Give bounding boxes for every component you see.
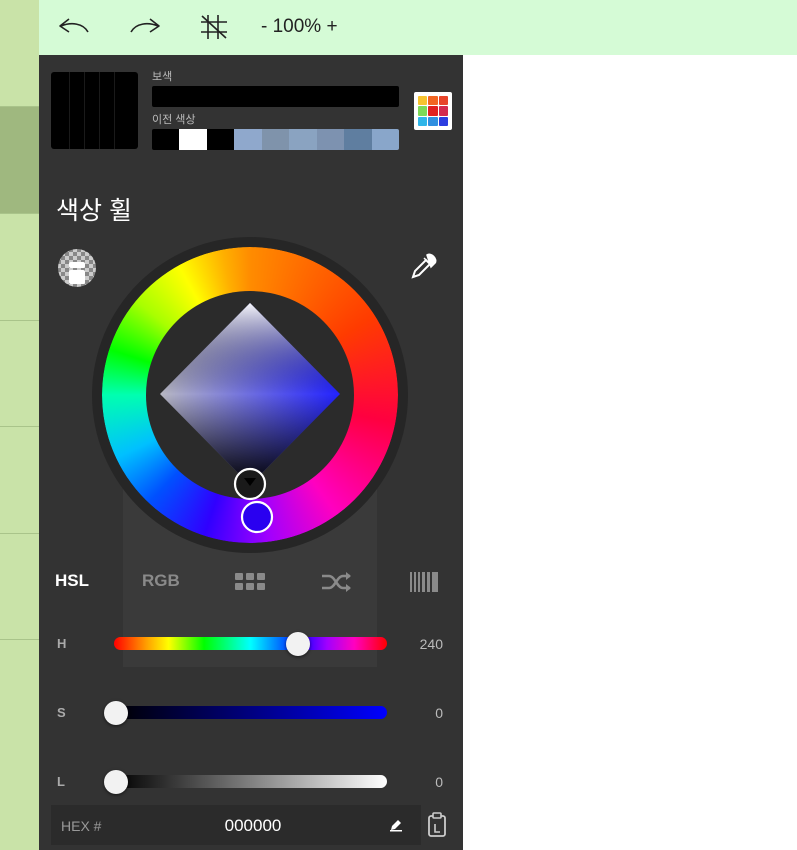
zoom-out-button[interactable]: - xyxy=(261,16,267,37)
lightness-slider-thumb[interactable] xyxy=(104,770,128,794)
clipboard-icon[interactable] xyxy=(427,812,447,843)
zoom-in-button[interactable]: + xyxy=(327,16,338,37)
tab-gradient[interactable] xyxy=(410,572,438,597)
strip-cell[interactable] xyxy=(0,427,39,534)
lightness-slider-track[interactable] xyxy=(114,775,387,788)
saturation-value: 0 xyxy=(435,705,443,721)
top-toolbar: - 100% + xyxy=(39,0,797,55)
slider-label-l: L xyxy=(57,774,65,789)
color-panel: 보색 이전 색상 색상 휠 HSL RGB H 240 S 0 L 0 HEX … xyxy=(39,55,463,850)
slider-label-s: S xyxy=(57,705,66,720)
hue-slider-track[interactable] xyxy=(114,637,387,650)
tab-hsl[interactable]: HSL xyxy=(55,571,89,591)
hue-value: 240 xyxy=(419,636,443,652)
eyedropper-icon[interactable] xyxy=(409,253,437,281)
zoom-level: 100% xyxy=(272,16,322,37)
strip-cell[interactable] xyxy=(0,321,39,427)
grid-icon xyxy=(235,573,265,590)
transparent-color-icon[interactable] xyxy=(57,248,97,288)
hue-slider-thumb[interactable] xyxy=(286,632,311,656)
hue-picker-handle[interactable] xyxy=(240,500,274,534)
saturation-slider-track[interactable] xyxy=(114,706,387,719)
tab-palette-grid[interactable] xyxy=(235,573,265,596)
saturation-slider-thumb[interactable] xyxy=(104,701,128,725)
strip-cell-active[interactable] xyxy=(0,107,39,214)
tab-rgb[interactable]: RGB xyxy=(142,571,180,591)
redo-icon[interactable] xyxy=(127,12,163,42)
no-grid-icon[interactable] xyxy=(196,12,232,42)
hex-label: HEX # xyxy=(61,818,102,834)
edit-icon[interactable] xyxy=(389,818,403,837)
left-layer-strip xyxy=(0,0,39,850)
strip-cell[interactable] xyxy=(0,640,39,850)
tab-harmony[interactable] xyxy=(321,571,353,598)
strip-cell[interactable] xyxy=(0,534,39,640)
lightness-value: 0 xyxy=(435,774,443,790)
slider-label-h: H xyxy=(57,636,67,651)
strip-cell[interactable] xyxy=(0,0,39,107)
hex-input[interactable] xyxy=(201,814,305,838)
zoom-control: - 100% + xyxy=(261,16,338,38)
barcode-icon xyxy=(410,572,438,592)
color-mode-tabs: HSL RGB xyxy=(39,567,463,599)
strip-cell[interactable] xyxy=(0,214,39,321)
undo-icon[interactable] xyxy=(56,12,92,42)
hex-row: HEX # xyxy=(51,805,421,845)
shuffle-icon xyxy=(322,572,351,592)
